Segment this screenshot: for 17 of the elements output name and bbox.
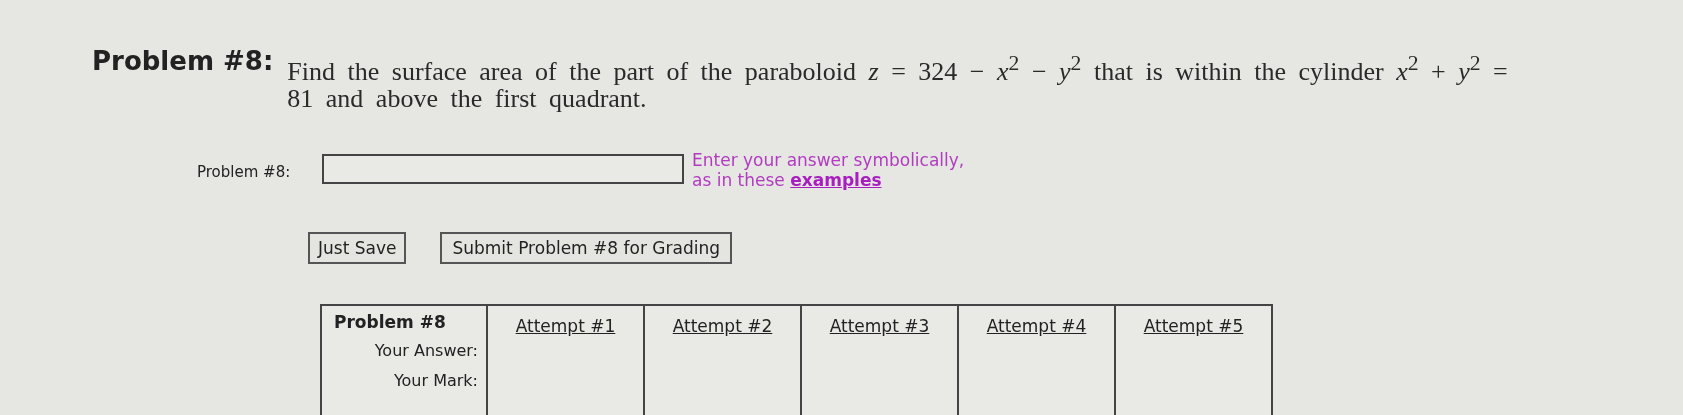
attempt-link[interactable]: Attempt #1 [515, 315, 616, 336]
attempt-link[interactable]: Attempt #5 [1143, 315, 1244, 336]
problem-statement: Find the surface area of the part of the paraboloid z = 324 − x$^{2}$ − y$^{2}$ that is within the cylinder x$^{2}$ + y$^{2}$ = 81 and above the first quadrant. [287, 50, 1509, 112]
submit-button[interactable]: Submit Problem #8 for Grading [440, 231, 732, 264]
answer-label: Problem #8: [197, 162, 292, 181]
save-button[interactable]: Just Save [308, 231, 407, 264]
answer-field[interactable] [322, 153, 684, 184]
hint-text: Enter your answer symbolically, [692, 149, 965, 170]
attempt-link[interactable]: Attempt #3 [829, 315, 930, 336]
examples-link[interactable]: examples [790, 169, 882, 190]
table-header: Problem #8 [333, 310, 447, 334]
attempt-link[interactable]: Attempt #4 [986, 315, 1087, 336]
attempt-link[interactable]: Attempt #2 [672, 315, 773, 336]
row-label: Your Answer: [373, 339, 478, 362]
row-label: Your Mark: [392, 369, 478, 392]
hint-text: as in these [692, 169, 785, 190]
problem-heading: Problem #8: [92, 45, 274, 78]
